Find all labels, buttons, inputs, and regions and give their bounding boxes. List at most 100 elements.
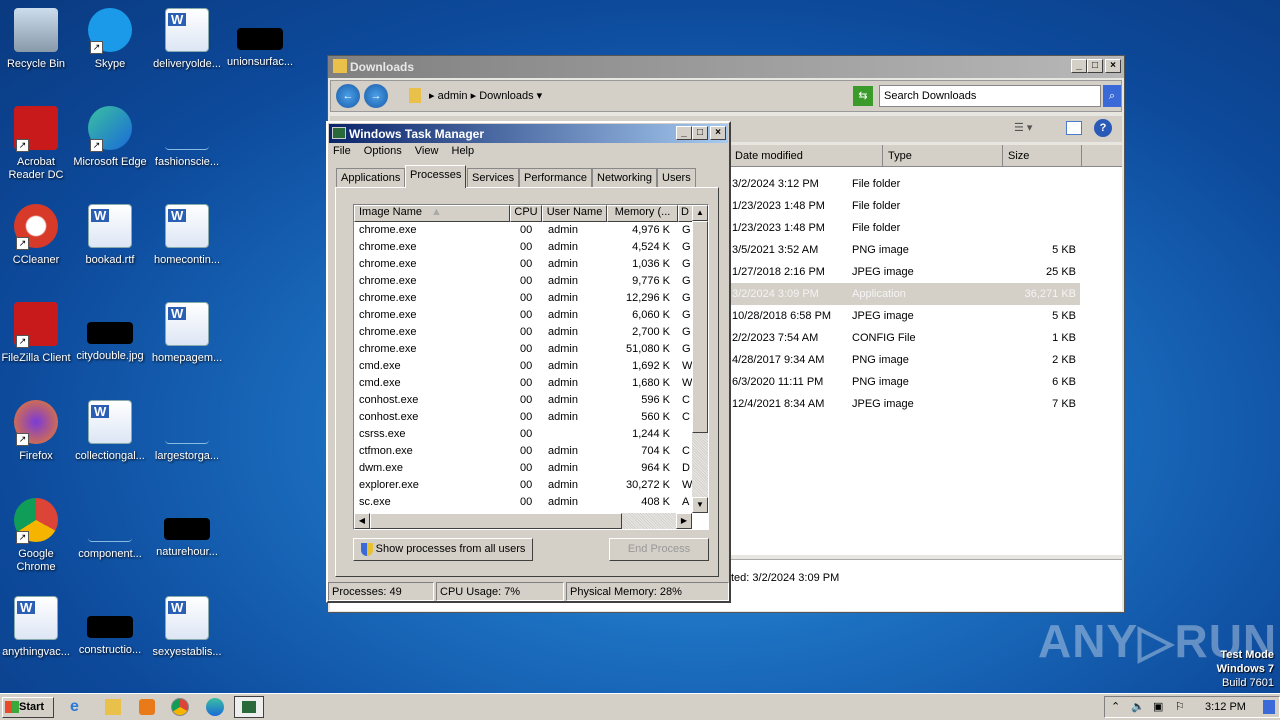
show-all-users-button[interactable]: Show processes from all users (353, 538, 533, 561)
desktop-icon-citydouble-jpg[interactable]: citydouble.jpg (72, 302, 148, 363)
show-desktop-button[interactable] (1263, 700, 1275, 714)
desktop-icon-recycle-bin[interactable]: Recycle Bin (0, 8, 74, 71)
desktop-icon-constructio[interactable]: constructio... (72, 596, 148, 657)
taskmgr-titlebar[interactable]: Windows Task Manager _ □ × (329, 124, 728, 143)
column-memory[interactable]: Memory (... (607, 205, 678, 222)
scroll-up-button[interactable]: ▲ (692, 205, 708, 221)
column-cpu[interactable]: CPU (510, 205, 542, 222)
file-row[interactable]: 1/23/2023 1:48 PM File folder (730, 195, 1080, 217)
menu-help[interactable]: Help (452, 145, 475, 157)
scroll-down-button[interactable]: ▼ (692, 497, 708, 513)
process-row[interactable]: chrome.exe 00 admin 4,524 K G (354, 239, 694, 256)
desktop-icon-homecontin[interactable]: homecontin... (149, 204, 225, 267)
search-icon[interactable]: ⌕ (1103, 85, 1121, 107)
file-row[interactable]: 3/2/2024 3:09 PM Application 36,271 KB (694, 283, 1080, 305)
volume-icon[interactable]: 🔈 (1131, 700, 1145, 713)
desktop-icon-firefox[interactable]: ↗ Firefox (0, 400, 74, 463)
media-player-icon[interactable] (139, 699, 155, 715)
process-row[interactable]: chrome.exe 00 admin 4,976 K G (354, 222, 694, 239)
ie-icon[interactable]: e (70, 698, 88, 716)
file-row[interactable]: 4/28/2017 9:34 AM PNG image 2 KB (730, 349, 1080, 371)
task-manager-taskbar-button[interactable] (234, 696, 264, 718)
desktop-icon-sexyestablis[interactable]: sexyestablis... (149, 596, 225, 659)
maximize-button[interactable]: □ (1087, 59, 1103, 73)
desktop-icon-component[interactable]: component... (72, 498, 148, 561)
process-row[interactable]: sc.exe 00 admin 408 K A (354, 494, 694, 511)
desktop-icon-unionsurfac[interactable]: unionsurfac... (222, 8, 298, 69)
desktop-icon-fashionscie[interactable]: fashionscie... (149, 106, 225, 169)
file-row[interactable]: 12/4/2021 8:34 AM JPEG image 7 KB (730, 393, 1080, 415)
file-row[interactable]: 6/3/2020 11:11 PM PNG image 6 KB (730, 371, 1080, 393)
explorer-taskbar-icon[interactable] (105, 699, 121, 715)
process-row[interactable]: cmd.exe 00 admin 1,692 K W (354, 358, 694, 375)
end-process-button[interactable]: End Process (609, 538, 709, 561)
network-icon[interactable]: ▣ (1153, 700, 1163, 713)
file-row[interactable]: 2/2/2023 7:54 AM CONFIG File 1 KB (730, 327, 1080, 349)
close-button[interactable]: × (710, 126, 726, 140)
process-row[interactable]: chrome.exe 00 admin 9,776 K G (354, 273, 694, 290)
file-row[interactable]: 3/2/2024 3:12 PM File folder (730, 173, 1080, 195)
minimize-button[interactable]: _ (676, 126, 692, 140)
breadcrumb-admin[interactable]: admin (438, 90, 468, 102)
close-button[interactable]: × (1105, 59, 1121, 73)
desktop-icon-skype[interactable]: ↗ Skype (72, 8, 148, 71)
edge-taskbar-icon[interactable] (206, 698, 224, 716)
process-row[interactable]: chrome.exe 00 admin 12,296 K G (354, 290, 694, 307)
desktop-icon-microsoft-edge[interactable]: ↗ Microsoft Edge (72, 106, 148, 169)
file-row[interactable]: 10/28/2018 6:58 PM JPEG image 5 KB (730, 305, 1080, 327)
tab-performance[interactable]: Performance (519, 168, 592, 187)
scroll-right-button[interactable]: ▶ (676, 513, 692, 529)
scroll-left-button[interactable]: ◀ (354, 513, 370, 529)
desktop-icon-ccleaner[interactable]: ↗ CCleaner (0, 204, 74, 267)
tab-networking[interactable]: Networking (592, 168, 658, 187)
explorer-titlebar[interactable]: Downloads _ □ × (328, 56, 1124, 78)
menu-view[interactable]: View (415, 145, 439, 157)
menu-options[interactable]: Options (364, 145, 402, 157)
process-row[interactable]: cmd.exe 00 admin 1,680 K W (354, 375, 694, 392)
process-row[interactable]: ctfmon.exe 00 admin 704 K C (354, 443, 694, 460)
help-icon[interactable]: ? (1094, 119, 1112, 137)
process-row[interactable]: chrome.exe 00 admin 6,060 K G (354, 307, 694, 324)
search-input[interactable]: Search Downloads (879, 85, 1101, 107)
column-size[interactable]: Size (1002, 145, 1082, 167)
vertical-scrollbar[interactable]: ▲ ▼ (692, 205, 708, 513)
back-button[interactable]: ← (336, 84, 360, 108)
desktop-icon-bookad-rtf[interactable]: bookad.rtf (72, 204, 148, 267)
minimize-button[interactable]: _ (1071, 59, 1087, 73)
clock[interactable]: 3:12 PM (1205, 701, 1246, 713)
process-row[interactable]: chrome.exe 00 admin 51,080 K G (354, 341, 694, 358)
desktop-icon-anythingvac[interactable]: anythingvac... (0, 596, 74, 659)
tab-processes[interactable]: Processes (405, 165, 467, 188)
menu-file[interactable]: File (333, 145, 351, 157)
desktop-icon-deliveryolde[interactable]: deliveryolde... (149, 8, 225, 71)
column-type[interactable]: Type (882, 145, 1002, 167)
show-hidden-icons[interactable]: ⌃ (1111, 700, 1120, 713)
scroll-thumb[interactable] (692, 221, 708, 433)
desktop-icon-collectiongal[interactable]: collectiongal... (72, 400, 148, 463)
process-row[interactable]: csrss.exe 00 1,244 K (354, 426, 694, 443)
refresh-icon[interactable]: ⇆ (853, 86, 873, 106)
tab-applications[interactable]: Applications (336, 168, 406, 187)
process-row[interactable]: conhost.exe 00 admin 596 K C (354, 392, 694, 409)
process-row[interactable]: chrome.exe 00 admin 1,036 K G (354, 256, 694, 273)
process-row[interactable]: explorer.exe 00 admin 30,272 K W (354, 477, 694, 494)
scroll-thumb-horizontal[interactable] (370, 513, 622, 529)
desktop-icon-acrobat-reader-dc[interactable]: ↗ Acrobat Reader DC (0, 106, 74, 182)
desktop-icon-homepagem[interactable]: homepagem... (149, 302, 225, 365)
preview-pane-icon[interactable] (1066, 121, 1082, 135)
desktop-icon-google-chrome[interactable]: ↗ Google Chrome (0, 498, 74, 574)
file-row[interactable]: 1/23/2023 1:48 PM File folder (730, 217, 1080, 239)
process-row[interactable]: dwm.exe 00 admin 964 K D (354, 460, 694, 477)
process-row[interactable]: conhost.exe 00 admin 560 K C (354, 409, 694, 426)
maximize-button[interactable]: □ (692, 126, 708, 140)
start-button[interactable]: Start (2, 697, 54, 718)
view-options-icon[interactable]: ☰ ▾ (1014, 121, 1032, 134)
desktop-icon-naturehour[interactable]: naturehour... (149, 498, 225, 559)
desktop-icon-filezilla-client[interactable]: ↗ FileZilla Client (0, 302, 74, 365)
forward-button[interactable]: → (364, 84, 388, 108)
horizontal-scrollbar[interactable]: ◀ ▶ (354, 513, 692, 529)
column-image-name[interactable]: Image Name ▲ (354, 205, 510, 222)
tab-services[interactable]: Services (467, 168, 520, 187)
column-user-name[interactable]: User Name (542, 205, 607, 222)
desktop-icon-largestorga[interactable]: largestorga... (149, 400, 225, 463)
